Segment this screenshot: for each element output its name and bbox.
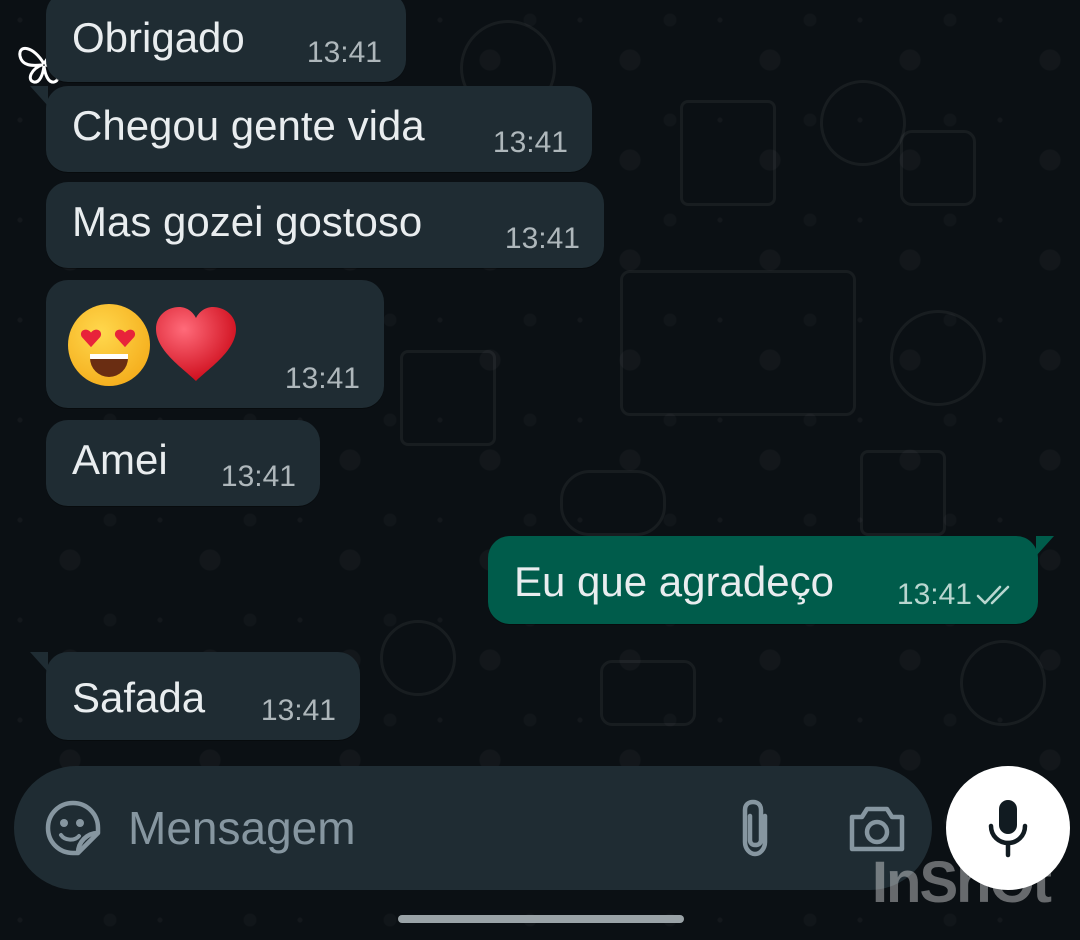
sticker-icon	[45, 800, 101, 856]
message-time: 13:41	[306, 36, 382, 69]
inshot-watermark: InShOt	[871, 850, 1052, 915]
message-time: 13:41	[896, 578, 972, 611]
message-time: 13:41	[504, 222, 580, 255]
paperclip-icon	[742, 799, 768, 857]
background-doodle	[380, 620, 456, 696]
red-heart-icon	[156, 307, 236, 381]
message-time: 13:41	[220, 460, 296, 493]
message-composer	[14, 766, 932, 890]
double-check-icon	[976, 585, 1010, 605]
background-doodle	[960, 640, 1046, 726]
background-doodle	[900, 130, 976, 206]
background-doodle	[600, 660, 696, 726]
message-text: Obrigado	[72, 14, 245, 61]
background-doodle	[860, 450, 946, 536]
message-text: Amei	[72, 436, 168, 483]
message-input[interactable]	[126, 790, 690, 866]
message-text: Safada	[72, 674, 206, 721]
message-bubble-incoming[interactable]: Chegou gente vida 13:41	[30, 86, 592, 172]
background-doodle	[400, 350, 496, 446]
attach-button[interactable]	[720, 793, 790, 863]
message-time: 13:41	[492, 126, 568, 159]
sticker-button[interactable]	[38, 793, 108, 863]
message-bubble-incoming[interactable]: Obrigado 13:41	[46, 0, 406, 82]
message-time: 13:41	[284, 362, 360, 395]
message-bubble-incoming[interactable]: Safada 13:41	[30, 652, 360, 740]
background-doodle	[820, 80, 906, 166]
message-text: Mas gozei gostoso	[72, 198, 423, 245]
message-text: Chegou gente vida	[72, 102, 425, 149]
message-bubble-incoming[interactable]: Amei 13:41	[46, 420, 320, 506]
gesture-navigation-bar[interactable]	[398, 915, 684, 923]
background-doodle	[680, 100, 776, 206]
message-bubble-incoming[interactable]: Mas gozei gostoso 13:41	[46, 182, 604, 268]
message-bubble-incoming[interactable]: 13:41	[46, 280, 384, 408]
heart-eyes-emoji-icon	[68, 304, 150, 386]
camera-icon	[849, 806, 905, 852]
background-doodle	[560, 470, 666, 536]
message-text: Eu que agradeço	[514, 558, 834, 605]
background-doodle	[890, 310, 986, 406]
message-bubble-outgoing[interactable]: Eu que agradeço 13:41	[488, 536, 1054, 624]
message-time: 13:41	[260, 694, 336, 727]
background-doodle	[620, 270, 856, 416]
